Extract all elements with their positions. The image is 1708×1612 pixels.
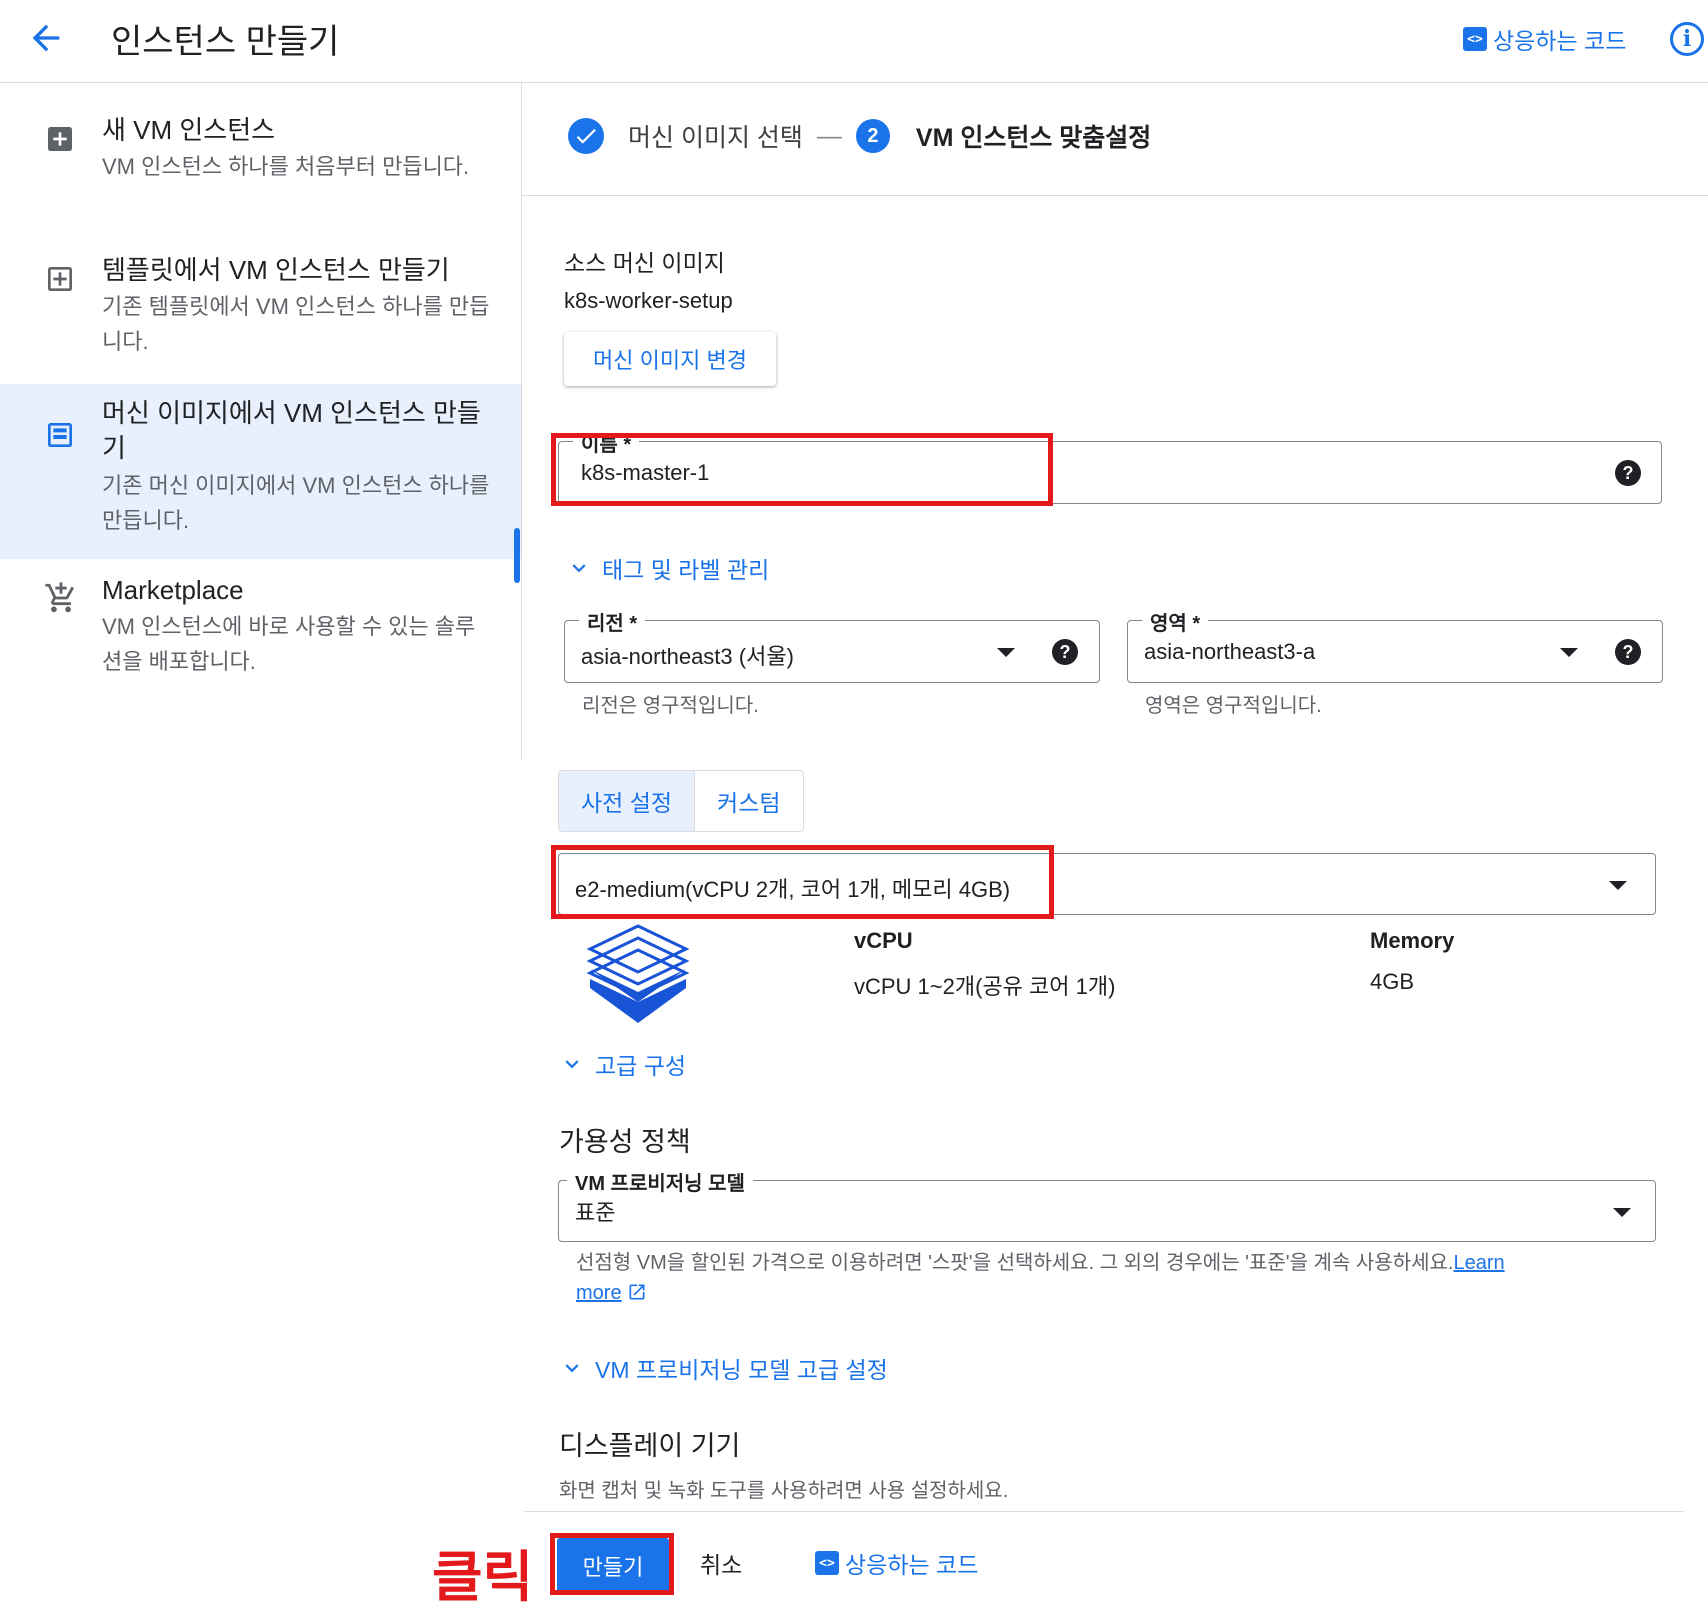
highlight-box-machine-type [551,845,1054,919]
display-device-desc: 화면 캡처 및 녹화 도구를 사용하려면 사용 설정하세요. [559,1480,1009,1502]
zone-hint: 영역은 영구적입니다. [1145,695,1322,717]
display-device-title: 디스플레이 기기 [559,1431,741,1461]
source-image-label: 소스 머신 이미지 [564,250,725,276]
machine-stack-icon [585,922,691,1033]
sidebar-item-marketplace[interactable]: Marketplace VM 인스턴스에 바로 사용할 수 있는 솔루션을 배포… [0,573,521,693]
click-annotation: 클릭 [432,1546,534,1608]
availability-title: 가용성 정책 [559,1127,691,1157]
step-1-label[interactable]: 머신 이미지 선택 [628,118,803,154]
sidebar-item-desc: VM 인스턴스에 바로 사용할 수 있는 솔루션을 배포합니다. [102,614,476,674]
source-image-value: k8s-worker-setup [564,288,733,313]
dropdown-arrow-icon [1609,881,1627,890]
dropdown-arrow-icon [997,648,1015,657]
region-select[interactable]: 리전 * asia-northeast3 (서울) ? [564,607,1100,683]
machine-image-icon [44,419,76,451]
sidebar-item-desc: VM 인스턴스 하나를 처음부터 만듭니다. [102,154,470,179]
zone-select[interactable]: 영역 * asia-northeast3-a ? [1127,607,1663,683]
help-icon[interactable]: ? [1052,639,1078,665]
highlight-box-name [551,433,1053,506]
tags-labels-link: 태그 및 라벨 관리 [602,557,770,583]
advanced-config-link: 고급 구성 [595,1053,687,1079]
cancel-button[interactable]: 취소 [700,1546,742,1580]
open-in-new-icon [629,1284,645,1300]
tab-custom[interactable]: 커스텀 [695,771,802,831]
chevron-down-icon [565,1364,579,1373]
dropdown-arrow-icon [1613,1208,1631,1217]
sidebar-item-from-machine-image[interactable]: 머신 이미지에서 VM 인스턴스 만들기 기존 머신 이미지에서 VM 인스턴스… [0,384,521,559]
back-arrow-icon[interactable] [26,18,66,58]
memory-value: 4GB [1370,969,1415,994]
sidebar-item-title: Marketplace [102,575,244,605]
sidebar-item-desc: 기존 머신 이미지에서 VM 인스턴스 하나를 만듭니다. [102,473,490,533]
sidebar-item-desc: 기존 템플릿에서 VM 인스턴스 하나를 만듭니다. [102,294,490,354]
sidebar-item-title: 머신 이미지에서 VM 인스턴스 만들기 [102,398,481,463]
add-box-icon [44,123,76,155]
code-icon: <> [1463,27,1487,51]
divider [522,195,1708,196]
check-circle-icon [568,118,604,154]
active-indicator [514,528,520,583]
tags-labels-toggle[interactable]: 태그 및 라벨 관리 [566,551,769,585]
step-separator: — [816,121,842,150]
chevron-down-icon [565,1060,579,1069]
zone-label: 영역 * [1142,607,1209,636]
sidebar: 새 VM 인스턴스 VM 인스턴스 하나를 처음부터 만듭니다. 템플릿에서 V… [0,83,522,759]
stepper: 머신 이미지 선택 — 2 VM 인스턴스 맞춤설정 [568,118,1151,154]
highlight-box-create [550,1533,674,1595]
equivalent-code-link[interactable]: <> 상응하는 코드 [1463,22,1626,56]
dropdown-arrow-icon [1560,648,1578,657]
step-2-label: VM 인스턴스 맞춤설정 [915,124,1152,152]
help-icon[interactable]: ? [1615,460,1641,486]
chevron-down-icon [572,564,586,573]
tab-preset[interactable]: 사전 설정 [559,771,696,831]
change-image-button[interactable]: 머신 이미지 변경 [564,332,776,386]
provisioning-hint-text: 선점형 VM을 할인된 가격으로 이용하려면 '스팟'을 선택하세요. 그 외의… [576,1252,1454,1274]
sidebar-item-new-vm[interactable]: 새 VM 인스턴스 VM 인스턴스 하나를 처음부터 만듭니다. [0,113,521,233]
provisioning-model-value: 표준 [575,1200,616,1225]
learn-more-link[interactable]: Learn [1453,1252,1504,1274]
add-box-outline-icon [44,263,76,295]
region-value: asia-northeast3 (서울) [581,644,794,669]
advanced-config-toggle[interactable]: 고급 구성 [559,1047,686,1081]
step-2-number: 2 [855,119,890,153]
provisioning-model-select[interactable]: VM 프로비저닝 모델 표준 [558,1167,1656,1242]
provisioning-model-label: VM 프로비저닝 모델 [567,1167,753,1196]
learn-more-link[interactable]: more [576,1282,622,1304]
vcpu-header: vCPU [854,928,913,953]
provisioning-advanced-link: VM 프로비저닝 모델 고급 설정 [595,1357,888,1383]
provisioning-hint: 선점형 VM을 할인된 가격으로 이용하려면 '스팟'을 선택하세요. 그 외의… [576,1248,1636,1308]
sidebar-item-title: 템플릿에서 VM 인스턴스 만들기 [102,255,450,285]
provisioning-advanced-toggle[interactable]: VM 프로비저닝 모델 고급 설정 [559,1351,888,1385]
sidebar-item-title: 새 VM 인스턴스 [102,115,276,145]
cart-icon [44,581,76,613]
sidebar-item-from-template[interactable]: 템플릿에서 VM 인스턴스 만들기 기존 템플릿에서 VM 인스턴스 하나를 만… [0,253,521,373]
equivalent-code-label: 상응하는 코드 [845,1552,979,1578]
machine-config-tabs: 사전 설정 커스텀 [558,770,804,832]
page-title: 인스턴스 만들기 [111,23,340,61]
zone-value: asia-northeast3-a [1144,639,1316,664]
region-hint: 리전은 영구적입니다. [582,695,759,717]
equivalent-code-button[interactable]: <> 상응하는 코드 [815,1546,978,1580]
memory-header: Memory [1370,928,1455,953]
region-label: 리전 * [579,607,646,636]
equivalent-code-label: 상응하는 코드 [1493,28,1627,54]
help-icon[interactable]: ? [1615,639,1641,665]
footer-divider [524,1511,1684,1512]
vcpu-value: vCPU 1~2개(공유 코어 1개) [854,974,1116,999]
code-icon: <> [815,1551,839,1575]
info-icon[interactable]: i [1670,22,1704,56]
